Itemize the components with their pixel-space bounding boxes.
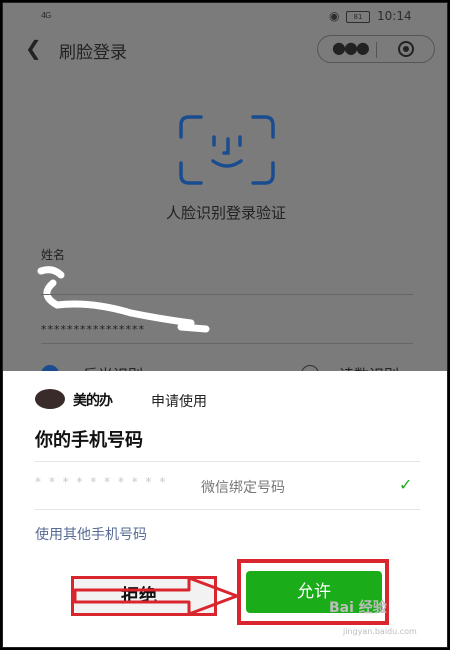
name-label: 姓名	[41, 248, 66, 262]
status-bar: 4G ◉ 81 10:14	[3, 3, 447, 29]
name-divider	[41, 294, 413, 295]
id-divider	[41, 343, 413, 344]
sheet-divider-bottom	[35, 509, 420, 510]
sheet-title: 你的手机号码	[35, 430, 143, 451]
signal-icon: 4G	[41, 11, 51, 20]
annotation-arrow-icon	[73, 576, 239, 616]
use-other-phone-link[interactable]: 使用其他手机号码	[35, 524, 147, 544]
face-caption: 人脸识别登录验证	[165, 204, 286, 222]
request-text: 申请使用	[151, 394, 207, 410]
mini-program-capsule: ●●●	[317, 35, 435, 63]
id-number-masked: ****************	[41, 323, 145, 336]
authorization-sheet: 美的办 申请使用 你的手机号码 * * * * * * * * * * 微信绑定…	[3, 371, 447, 647]
phone-screen: 4G ◉ 81 10:14 ❮ 刷脸登录 ●●● 人脸识别登录验证 姓名 ***…	[2, 2, 448, 648]
phone-tag: 微信绑定号码	[201, 480, 285, 496]
more-icon[interactable]: ●●●	[332, 38, 370, 57]
app-name: 美的办	[73, 393, 113, 409]
eye-icon: ◉	[329, 9, 340, 23]
clock: 10:14	[377, 9, 412, 23]
sheet-divider-top	[35, 461, 420, 462]
face-scan-icon	[179, 115, 275, 185]
close-icon[interactable]	[398, 41, 414, 57]
check-icon: ✓	[399, 475, 413, 494]
app-avatar	[35, 389, 65, 409]
page-title: 刷脸登录	[59, 43, 127, 63]
watermark: Bai 经验	[329, 600, 387, 616]
back-icon[interactable]: ❮	[25, 36, 42, 60]
watermark-url: jingyan.baidu.com	[343, 627, 417, 636]
phone-number-masked: * * * * * * * * * *	[35, 475, 168, 489]
battery-icon: 81	[346, 11, 370, 23]
capsule-divider	[376, 42, 377, 58]
